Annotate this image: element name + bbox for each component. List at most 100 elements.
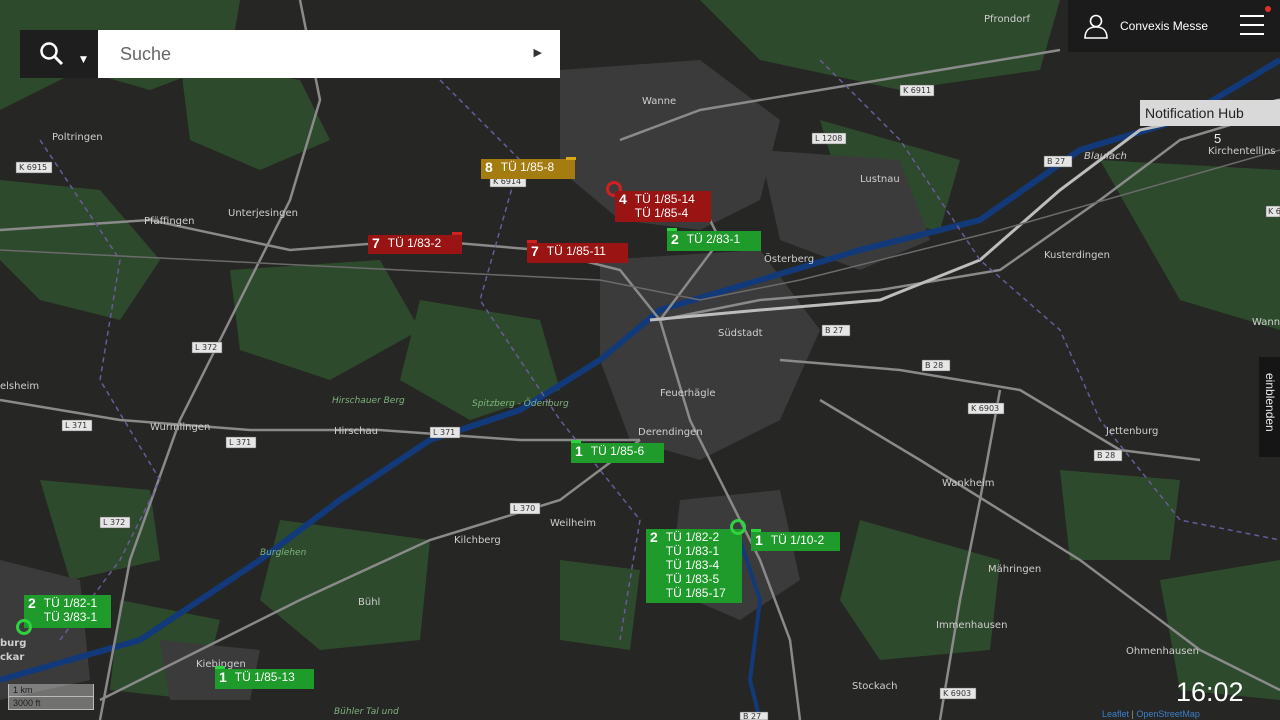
place-label: Bühl — [358, 597, 380, 608]
svg-text:B 27: B 27 — [743, 712, 761, 720]
svg-text:K 6911: K 6911 — [903, 86, 931, 95]
road-badge: K 6911 — [899, 84, 935, 97]
marker-count: 2 — [28, 595, 36, 611]
place-label: burg — [0, 638, 26, 649]
search-field[interactable]: ▶ — [98, 30, 560, 78]
marker-count: 2 — [650, 529, 658, 545]
pin-ring-icon — [16, 619, 32, 635]
attribution: Leaflet | OpenStreetMap — [1102, 709, 1200, 719]
search-input[interactable] — [118, 42, 512, 66]
place-label: ckar — [0, 652, 24, 663]
road-badge: L 1208 — [811, 132, 847, 145]
road-badge: B 28 — [1093, 449, 1123, 462]
marker-label: TÜ 1/10-2 — [770, 533, 825, 547]
map-marker[interactable]: 1 TÜ 1/10-2 — [751, 532, 840, 551]
map-marker[interactable]: 1 TÜ 1/85-13 — [215, 669, 314, 689]
svg-text:B 27: B 27 — [1047, 157, 1065, 166]
road-badge: K 6903 — [939, 687, 977, 700]
place-label: Jettenburg — [1105, 426, 1158, 437]
place-label: Wann — [1252, 317, 1280, 328]
map-marker[interactable]: 2 TÜ 1/82-2 TÜ 1/83-1 TÜ 1/83-4 TÜ 1/83-… — [646, 529, 742, 603]
marker-label: TÜ 2/83-1 — [686, 232, 741, 246]
play-arrow-icon[interactable]: ▶ — [534, 46, 542, 59]
chevron-down-icon[interactable]: ▼ — [80, 55, 87, 65]
place-label: Immenhausen — [936, 620, 1007, 631]
place-label: Wurmlingen — [150, 422, 210, 433]
scale-metric: 1 km — [8, 684, 94, 697]
road-badge: L 371 — [61, 419, 93, 432]
marker-label: TÜ 1/85-13 — [234, 670, 295, 684]
place-label: Lustnau — [860, 174, 900, 185]
svg-text:K 6: K 6 — [1268, 207, 1280, 216]
map-canvas[interactable]: Pfrondorf Wanne Lustnau Poltringen Pfäff… — [0, 0, 1280, 720]
place-label: Pfrondorf — [984, 14, 1030, 25]
marker-label: TÜ 1/85-6 — [590, 444, 645, 458]
map-marker[interactable]: 4 TÜ 1/85-14 TÜ 1/85-4 — [615, 191, 711, 222]
place-label: Mähringen — [988, 564, 1041, 575]
svg-text:B 27: B 27 — [825, 326, 843, 335]
pin-ring-icon — [730, 519, 746, 535]
place-label: Kusterdingen — [1044, 250, 1110, 261]
flag-icon — [215, 666, 225, 676]
marker-label: TÜ 1/83-2 — [387, 236, 442, 250]
user-account-button[interactable]: Convexis Messe — [1068, 0, 1228, 52]
user-name: Convexis Messe — [1120, 19, 1209, 33]
marker-label: TÜ 1/82-1 — [43, 596, 98, 610]
place-label: elsheim — [0, 381, 39, 392]
place-label: Südstadt — [718, 328, 763, 339]
svg-text:K 6915: K 6915 — [19, 163, 47, 172]
svg-text:L 372: L 372 — [103, 518, 125, 527]
road-badge: B 27 — [821, 324, 851, 337]
park-label: Burglehen — [260, 548, 307, 558]
place-label: Ohmenhausen — [1126, 646, 1199, 657]
flag-icon — [452, 232, 462, 242]
marker-label: TÜ 1/85-14 — [634, 192, 695, 206]
map-marker[interactable]: 1 TÜ 1/85-6 — [571, 443, 664, 463]
marker-count: 8 — [485, 159, 493, 175]
map-marker[interactable]: 7 TÜ 1/83-2 — [368, 235, 462, 254]
place-label: Unterjesingen — [228, 208, 298, 219]
flag-icon — [667, 228, 677, 238]
place-label: Poltringen — [52, 132, 103, 143]
svg-text:B 28: B 28 — [925, 361, 943, 370]
side-panel-toggle[interactable]: einblenden — [1259, 357, 1280, 457]
road-badge: K 6915 — [15, 161, 53, 174]
road-badge: B 28 — [921, 359, 951, 372]
flag-icon — [527, 240, 537, 250]
user-icon — [1084, 14, 1108, 39]
place-label: Stockach — [852, 681, 897, 692]
marker-label: TÜ 1/85-8 — [500, 160, 555, 174]
place-label: Weilheim — [550, 518, 596, 529]
road-badge: L 372 — [99, 516, 131, 529]
park-label: Bühler Tal und — [334, 707, 399, 717]
notification-dot-icon — [1265, 6, 1271, 12]
road-badge: L 372 — [191, 341, 223, 354]
park-label: Hirschauer Berg — [332, 396, 405, 406]
map-marker[interactable]: 2 TÜ 1/82-1 TÜ 3/83-1 — [24, 595, 111, 628]
place-label: Derendingen — [638, 427, 703, 438]
svg-text:L 371: L 371 — [229, 438, 251, 447]
map-marker[interactable]: 7 TÜ 1/85-11 — [527, 243, 628, 263]
marker-label: TÜ 1/82-2 — [665, 530, 720, 544]
marker-count: 7 — [372, 235, 380, 251]
svg-text:L 370: L 370 — [513, 504, 535, 513]
notification-hub-button[interactable]: Notification Hub — [1140, 100, 1280, 126]
marker-label: TÜ 1/85-4 — [634, 206, 689, 220]
map-marker[interactable]: 8 TÜ 1/85-8 — [481, 159, 575, 179]
road-badge: L 371 — [225, 436, 257, 449]
attribution-leaflet-link[interactable]: Leaflet — [1102, 709, 1129, 719]
svg-text:L 371: L 371 — [65, 421, 87, 430]
flag-icon — [566, 157, 576, 167]
attribution-osm-link[interactable]: OpenStreetMap — [1136, 709, 1200, 719]
place-label: Österberg — [764, 252, 814, 265]
place-label: Kirchentellins — [1208, 146, 1276, 157]
search-button[interactable]: ▼ — [20, 30, 98, 78]
svg-text:B 28: B 28 — [1097, 451, 1115, 460]
notification-count: 5 — [1214, 131, 1222, 146]
road-badge: B 27 — [739, 711, 769, 720]
road-badge: K 6903 — [967, 402, 1005, 415]
menu-button[interactable] — [1228, 0, 1280, 52]
map-marker[interactable]: 2 TÜ 2/83-1 — [667, 231, 761, 251]
place-label: Hirschau — [334, 426, 378, 437]
clock: 16:02 — [1176, 677, 1244, 707]
